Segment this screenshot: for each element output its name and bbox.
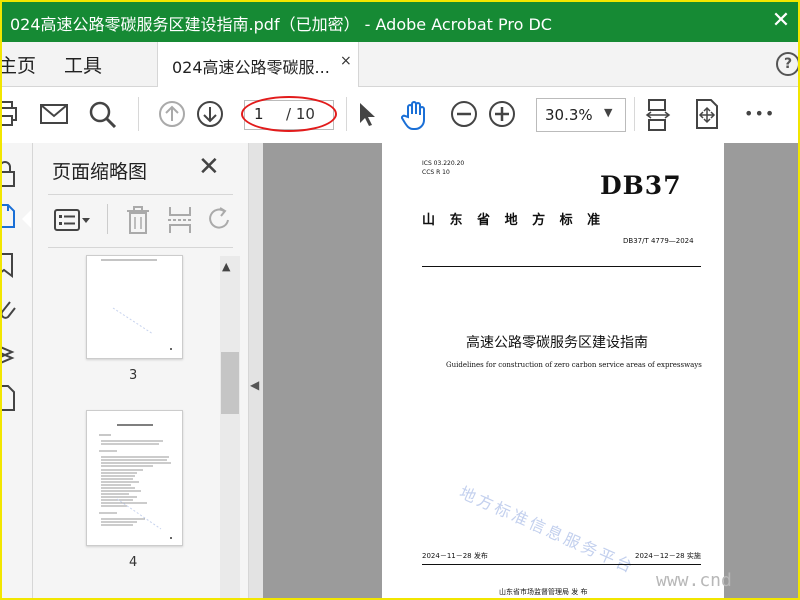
bookmark-icon[interactable] bbox=[0, 252, 20, 278]
implement-date: 2024－12－28 实施 bbox=[635, 552, 701, 560]
page-thumbnails-icon[interactable] bbox=[0, 203, 22, 229]
thumbnail-page-4[interactable] bbox=[86, 410, 183, 546]
tab-home[interactable]: 主页 bbox=[0, 51, 36, 78]
thumbnail-scrollbar[interactable] bbox=[220, 256, 240, 600]
window-close-button[interactable]: ✕ bbox=[768, 9, 794, 33]
issuing-authority: 山东省市场监督管理局 发 布 bbox=[499, 588, 588, 596]
hand-tool-icon[interactable] bbox=[400, 99, 430, 131]
thumbnail-page-number: 3 bbox=[129, 368, 138, 383]
annotation-circle bbox=[241, 96, 337, 132]
page-4-preview bbox=[99, 424, 172, 539]
print-icon[interactable] bbox=[0, 100, 20, 128]
next-page-icon[interactable] bbox=[196, 100, 224, 128]
site-watermark: www.cnd bbox=[656, 570, 732, 591]
publish-date: 2024－11－28 发布 bbox=[422, 552, 488, 560]
active-panel-pointer bbox=[22, 210, 31, 228]
previous-page-icon[interactable] bbox=[158, 100, 186, 128]
toolbar-separator bbox=[107, 204, 108, 234]
layers-icon[interactable] bbox=[0, 340, 20, 366]
content-icon[interactable] bbox=[0, 384, 20, 412]
thumbnail-page-number: 4 bbox=[129, 555, 138, 570]
select-tool-icon[interactable] bbox=[356, 100, 378, 128]
thumbnail-page-3[interactable] bbox=[86, 255, 183, 359]
attachment-icon[interactable] bbox=[0, 296, 20, 322]
document-title: 高速公路零碳服务区建设指南 bbox=[466, 335, 648, 351]
lock-icon[interactable] bbox=[0, 160, 20, 188]
window-title: 024高速公路零碳服务区建设指南.pdf（已加密） - Adobe Acroba… bbox=[10, 15, 552, 34]
document-subtitle: Guidelines for construction of zero carb… bbox=[446, 361, 702, 369]
chevron-down-icon[interactable]: ▼ bbox=[604, 106, 612, 119]
chevron-left-icon[interactable]: ◀ bbox=[250, 378, 259, 392]
scrollbar-thumb[interactable] bbox=[221, 352, 239, 414]
search-icon[interactable] bbox=[88, 100, 118, 128]
insert-page-icon[interactable] bbox=[166, 205, 194, 235]
divider bbox=[48, 194, 233, 195]
header-rule bbox=[422, 266, 701, 267]
toolbar-separator bbox=[138, 97, 139, 131]
email-icon[interactable] bbox=[39, 102, 69, 126]
zoom-in-icon[interactable] bbox=[488, 100, 516, 128]
zoom-value: 30.3% bbox=[545, 106, 593, 124]
standard-region: 山 东 省 地 方 标 准 bbox=[422, 213, 606, 228]
rotate-page-icon[interactable] bbox=[206, 205, 234, 235]
close-panel-icon[interactable]: ✕ bbox=[198, 152, 220, 182]
ccs-code: CCS R 10 bbox=[422, 169, 450, 176]
help-button[interactable]: ? bbox=[776, 52, 800, 76]
ics-code: ICS 03.220.20 bbox=[422, 160, 465, 167]
title-bar: 024高速公路零碳服务区建设指南.pdf（已加密） - Adobe Acroba… bbox=[0, 0, 800, 42]
zoom-out-icon[interactable] bbox=[450, 100, 478, 128]
tab-tools[interactable]: 工具 bbox=[64, 51, 102, 78]
panel-title: 页面缩略图 bbox=[52, 161, 148, 183]
standard-number: DB37/T 4779—2024 bbox=[623, 237, 694, 245]
document-tab-close-button[interactable]: × bbox=[340, 53, 352, 69]
page-3-preview bbox=[101, 259, 172, 350]
more-tools-icon[interactable]: ••• bbox=[744, 104, 775, 123]
document-tab-label: 024高速公路零碳服... bbox=[172, 58, 330, 77]
footer-rule bbox=[422, 564, 701, 565]
delete-page-icon[interactable] bbox=[124, 205, 152, 235]
panel-collapse-handle[interactable] bbox=[249, 143, 263, 600]
options-menu-icon[interactable] bbox=[53, 207, 93, 233]
divider bbox=[48, 247, 233, 248]
toolbar-separator bbox=[634, 97, 635, 131]
standard-logo: DB37 bbox=[600, 171, 682, 200]
fit-page-icon[interactable] bbox=[644, 98, 672, 132]
toolbar-separator bbox=[346, 97, 347, 131]
full-screen-icon[interactable] bbox=[694, 98, 720, 130]
tab-bar bbox=[0, 42, 800, 87]
pdf-page: ICS 03.220.20 CCS R 10 DB37 山 东 省 地 方 标 … bbox=[382, 143, 724, 600]
tab-document[interactable]: 024高速公路零碳服... × bbox=[157, 42, 359, 87]
scroll-up-icon[interactable]: ▲ bbox=[222, 260, 230, 273]
